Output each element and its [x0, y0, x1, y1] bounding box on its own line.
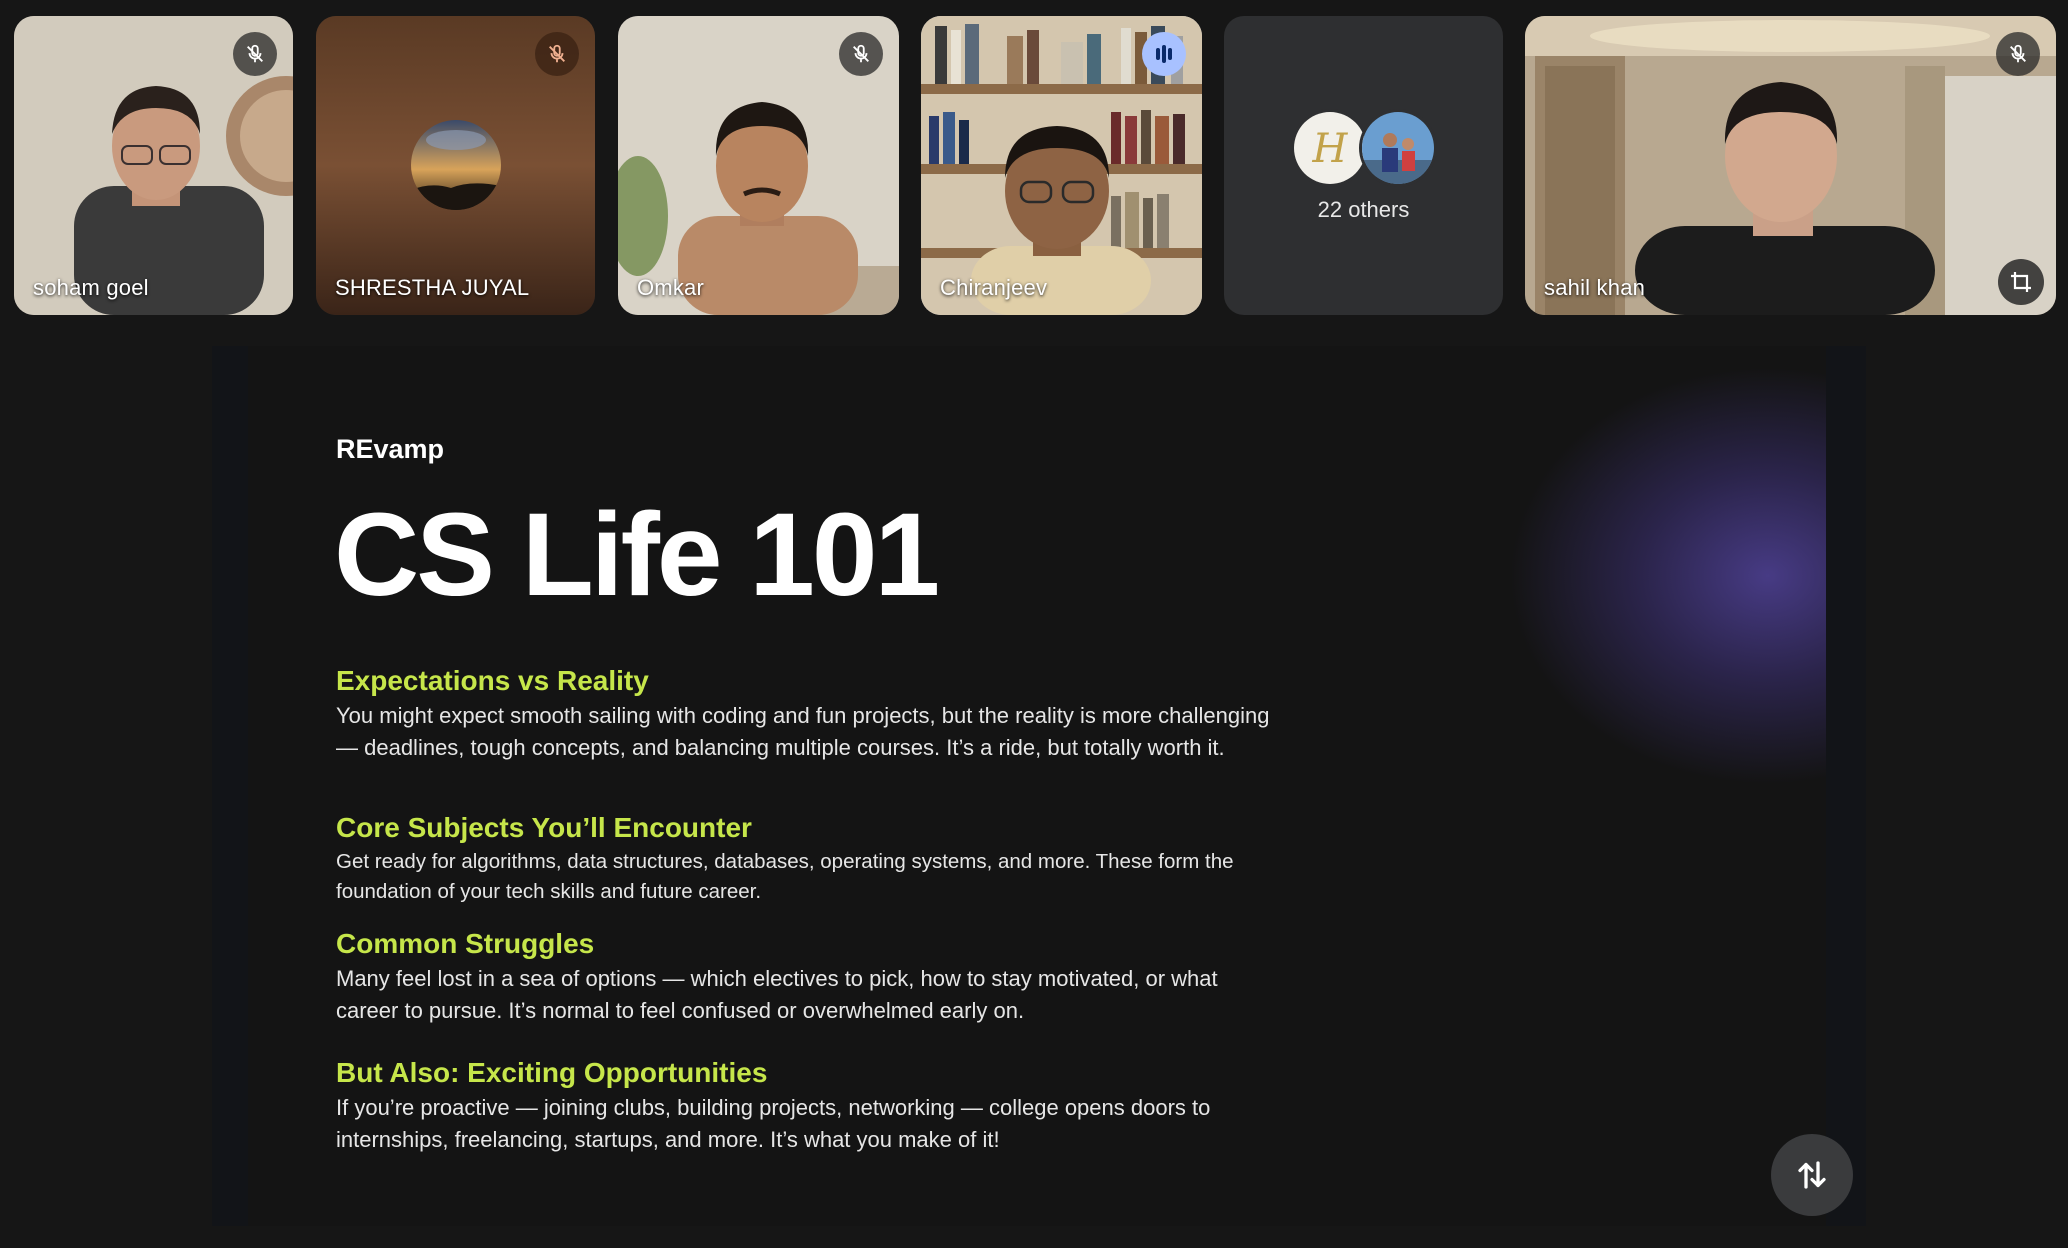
- participant-tile[interactable]: sahil khan: [1525, 16, 2056, 315]
- shared-presentation: REvamp CS Life 101 Expectations vs Reali…: [248, 346, 1826, 1226]
- section-heading: Expectations vs Reality: [336, 665, 649, 696]
- section-heading: Core Subjects You’ll Encounter: [336, 812, 752, 843]
- audio-level-icon: [1142, 32, 1186, 76]
- slide-brand: REvamp: [336, 434, 445, 464]
- participant-tile[interactable]: SHRESTHA JUYAL: [316, 16, 595, 315]
- slide-section: But Also: Exciting Opportunities If you’…: [336, 1056, 1286, 1156]
- slide-title: CS Life 101: [334, 489, 940, 621]
- others-count-label: 22 others: [1317, 196, 1410, 222]
- others-tile[interactable]: H 22 others: [1224, 16, 1503, 315]
- participant-tile-active[interactable]: Chiranjeev: [921, 16, 1202, 315]
- avatar-group: H: [1290, 108, 1437, 187]
- slide-section: Common Struggles Many feel lost in a sea…: [336, 927, 1286, 1027]
- avatar: H: [1290, 108, 1369, 187]
- swap-vertical-icon: [1798, 1161, 1826, 1189]
- participant-name: soham goel: [33, 275, 149, 300]
- crop-icon[interactable]: [1998, 259, 2044, 305]
- participant-name: sahil khan: [1544, 275, 1646, 300]
- participant-name: SHRESTHA JUYAL: [335, 275, 530, 300]
- avatar: [1358, 108, 1437, 187]
- presentation-margin-right: [1826, 346, 1866, 1226]
- section-heading: Common Struggles: [336, 928, 595, 959]
- participant-video: [1525, 16, 2056, 315]
- swap-layout-button[interactable]: [1771, 1134, 1853, 1216]
- mic-off-icon: [535, 32, 579, 76]
- section-body: If you’re proactive — joining clubs, bui…: [336, 1094, 1211, 1152]
- section-body: Many feel lost in a sea of options — whi…: [336, 965, 1218, 1023]
- participant-tile[interactable]: soham goel: [14, 16, 293, 315]
- participant-tile[interactable]: Omkar: [618, 16, 899, 315]
- mic-off-icon: [839, 32, 883, 76]
- mic-off-icon: [233, 32, 277, 76]
- slide-section: Core Subjects You’ll Encounter Get ready…: [336, 811, 1286, 907]
- participant-name: Omkar: [637, 275, 704, 300]
- participant-strip: soham goel SHRESTHA JUYAL Omkar Chiranje…: [0, 0, 2068, 330]
- mic-off-icon: [1996, 32, 2040, 76]
- section-heading: But Also: Exciting Opportunities: [336, 1057, 768, 1088]
- avatar: [411, 120, 501, 210]
- participant-name: Chiranjeev: [940, 275, 1048, 300]
- section-body: Get ready for algorithms, data structure…: [336, 849, 1234, 903]
- presentation-margin-left: [212, 346, 248, 1226]
- section-body: You might expect smooth sailing with cod…: [336, 702, 1270, 760]
- slide-section: Expectations vs Reality You might expect…: [336, 664, 1286, 764]
- decorative-glow: [1508, 366, 1826, 786]
- svg-text:H: H: [1311, 126, 1348, 172]
